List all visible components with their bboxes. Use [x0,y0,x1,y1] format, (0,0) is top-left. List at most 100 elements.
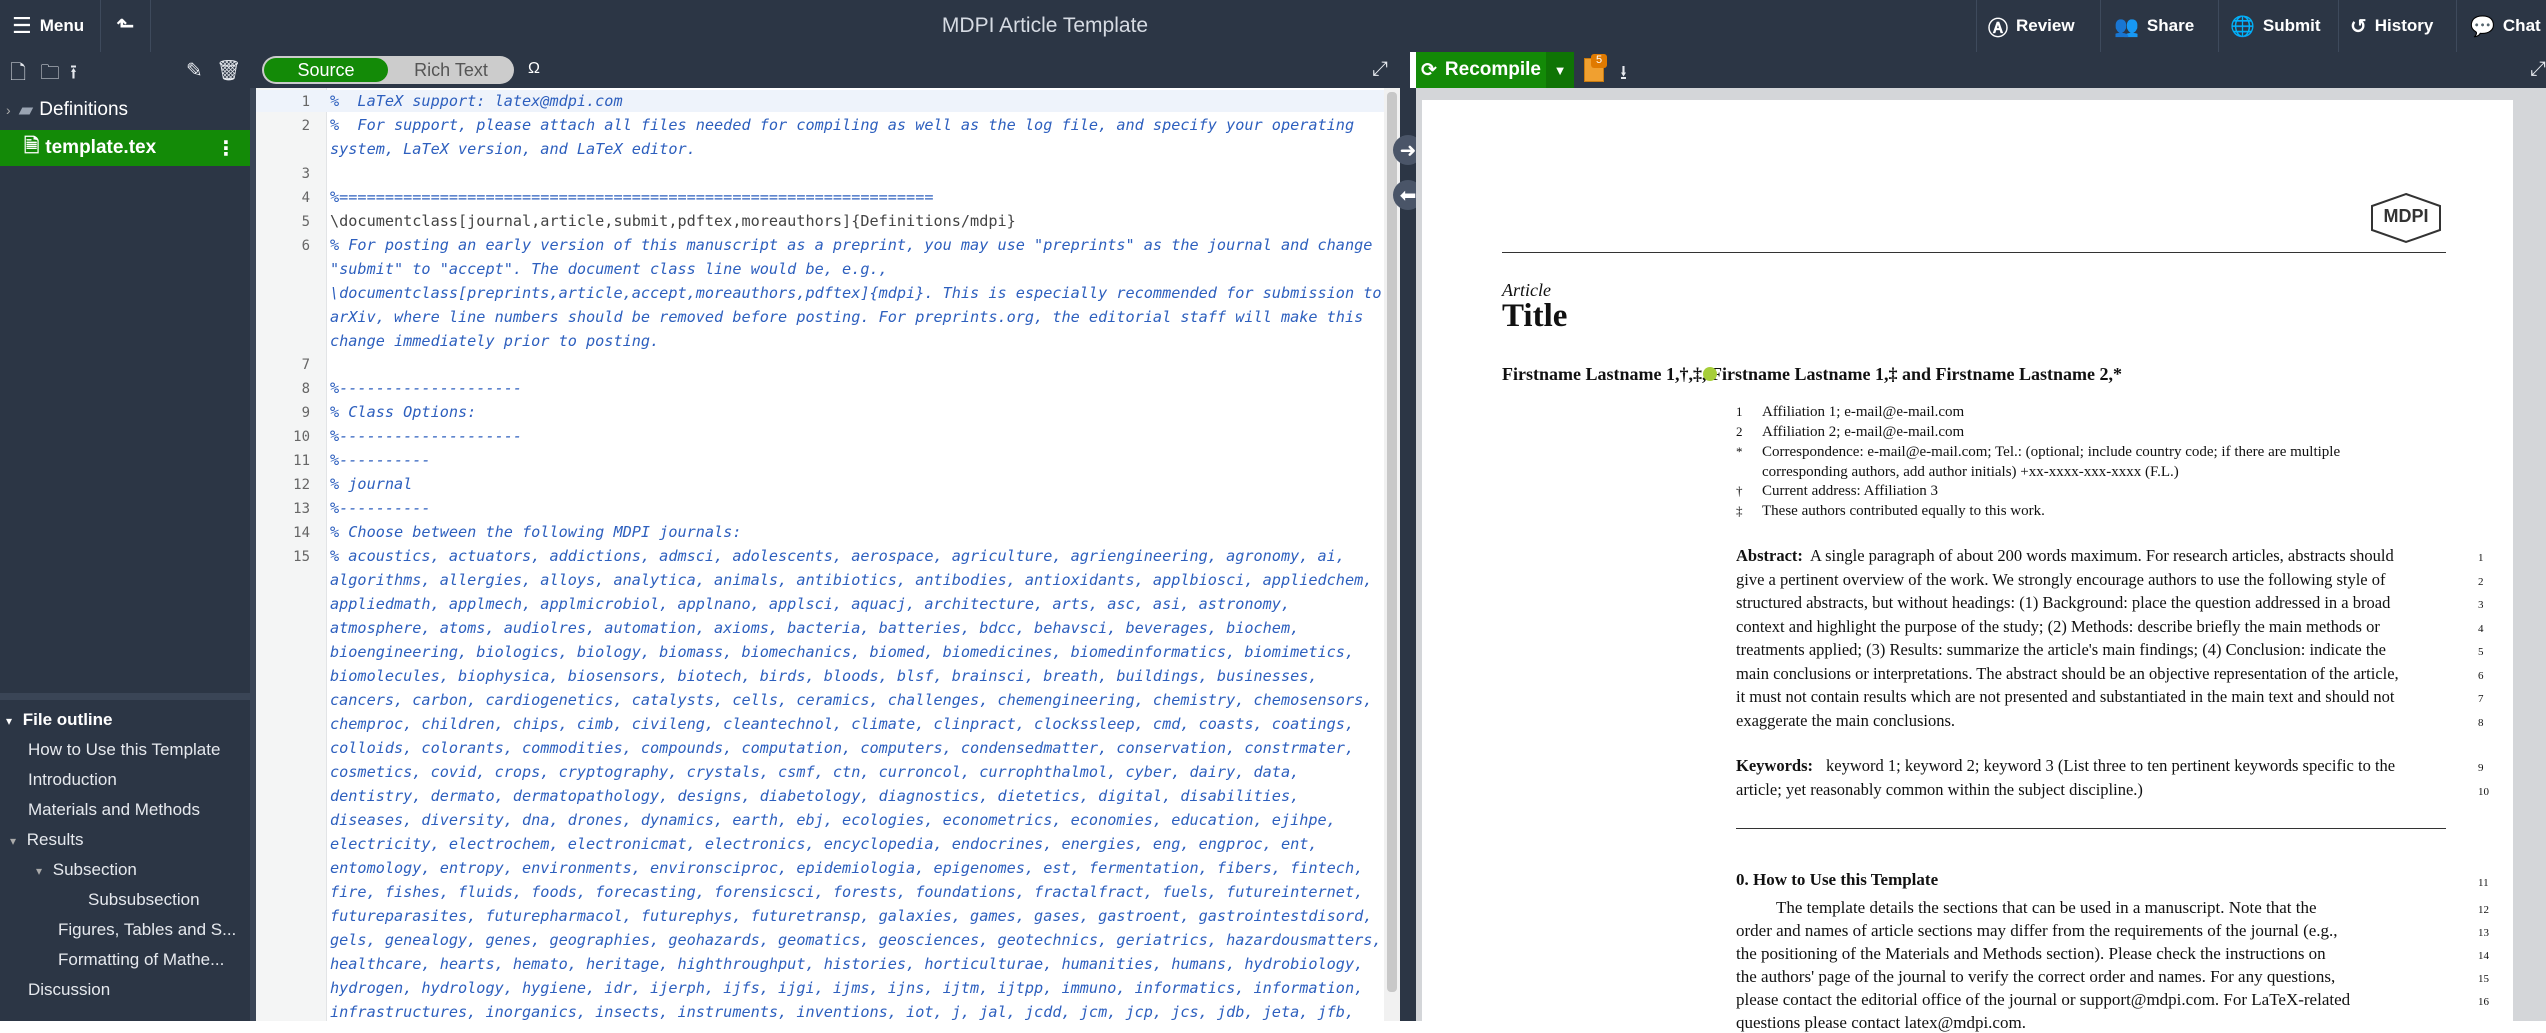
upload-icon[interactable]: ⭱ [70,58,77,92]
page-line-number: 9 [2478,762,2484,774]
expand-editor-icon[interactable]: ⤢ [1372,58,1388,81]
affiliation-text: corresponding authors, add author initia… [1762,464,2179,480]
page-line-number: 6 [2478,670,2484,682]
new-folder-icon[interactable]: 🗀 [40,58,60,92]
line-number: 5 [301,214,310,230]
code-line: % acoustics, actuators, addictions, adms… [330,547,1345,565]
keywords-line: article; yet reasonably common within th… [1736,780,2143,799]
page-line-number: 11 [2478,877,2489,889]
code-line: biomolecules, biophysica, biosensors, bi… [330,667,1318,685]
outline-item-subsection[interactable]: ▾ Subsection [36,860,137,880]
affiliation-text: Affiliation 2; e-mail@e-mail.com [1762,424,1965,440]
code-line: healthcare, hearts, hemato, heritage, hi… [330,955,1364,973]
outline-item[interactable]: Discussion [28,980,110,1000]
code-line: change immediately prior to posting. [330,332,660,350]
body-line: the authors' page of the journal to veri… [1736,967,2336,986]
chat-button[interactable]: 💬 Chat [2470,0,2541,52]
chevron-right-icon: › [6,102,11,118]
code-line: algorithms, allergies, alloys, analytica… [330,571,1373,589]
code-line: % For posting an early version of this m… [330,236,1373,254]
page-line-number: 12 [2478,904,2489,916]
recompile-button[interactable]: ⟳ Recompile [1416,52,1546,88]
abstract-line: exaggerate the main conclusions. [1736,711,1956,730]
keywords-label: Keywords: [1736,756,1813,775]
code-line: appliedmath, applmech, applmicrobiol, ap… [330,595,1291,613]
file-icon: 🗎 [24,136,40,157]
project-title[interactable]: MDPI Article Template [0,0,2090,52]
new-file-icon[interactable]: 🗋 [10,58,26,92]
body-line: The template details the sections that c… [1776,898,2317,917]
abstract-line: give a pertinent overview of the work. W… [1736,570,2386,589]
submit-button[interactable]: 🌐 Submit [2230,0,2321,52]
line-number: 3 [301,166,310,182]
abstract-line: main conclusions or interpretations. The… [1736,664,2399,683]
outline-item[interactable]: How to Use this Template [28,740,220,760]
page-line-number: 15 [2478,973,2489,985]
affiliation-mark: * [1736,444,1743,459]
page-line-number: 2 [2478,576,2484,588]
line-number: 14 [293,525,310,541]
affiliation-mark: ‡ [1736,503,1743,518]
mdpi-logo: MDPI [2368,192,2444,244]
affiliation-mark: 2 [1736,424,1743,439]
chevron-down-icon: ▾ [36,864,43,878]
tree-file-template[interactable]: 🗎 template.tex ⋮ [0,130,250,166]
share-button[interactable]: 👥 Share [2114,0,2194,52]
code-line: fire, fishes, fluids, foods, forecasting… [330,883,1364,901]
pane-divider[interactable] [1400,88,1416,1021]
page-line-number: 8 [2478,717,2484,729]
line-number: 10 [293,429,310,445]
orcid-icon[interactable] [1703,367,1717,381]
rich-text-mode-button[interactable]: Rich Text [390,58,512,82]
outline-item[interactable]: Figures, Tables and S... [58,920,236,940]
affiliation-text: Correspondence: e-mail@e-mail.com; Tel.:… [1762,444,2341,460]
outline-item-results[interactable]: ▾ Results [10,830,83,850]
code-line: %---------- [330,451,431,469]
page-line-number: 10 [2478,786,2489,798]
file-toolbar: 🗋 🗀 ⭱ ✎ 🗑 [0,52,250,88]
download-pdf-icon[interactable]: ⭳ [1620,58,1627,92]
body-line: please contact the editorial office of t… [1736,990,2351,1009]
review-button[interactable]: Ⓐ Review [1988,0,2075,52]
outline-item[interactable]: Introduction [28,770,117,790]
affiliation-text: These authors contributed equally to thi… [1762,503,2045,519]
outline-item[interactable]: Subsubsection [88,890,200,910]
editor-scrollbar-thumb[interactable] [1387,92,1397,992]
paper-authors: Firstname Lastname 1,†,‡, Firstname Last… [1502,364,2122,384]
abstract-line: context and highlight the purpose of the… [1736,617,2380,636]
code-line: colloids, colorants, commodities, compou… [330,739,1355,757]
page-line-number: 4 [2478,623,2484,635]
line-number: 6 [301,238,310,254]
code-line: hydrogen, hydrology, hygiene, idr, ijerp… [330,979,1364,997]
globe-icon: 🌐 [2230,15,2255,38]
outline-item[interactable]: Materials and Methods [28,800,200,820]
code-line: chemproc, children, chips, cimb, civilen… [330,715,1355,733]
expand-preview-icon[interactable]: ⤢ [2530,58,2546,81]
code-line: futureparasites, futurepharmacol, future… [330,907,1373,925]
abstract-label: Abstract: [1736,546,1803,565]
code-line: %=======================================… [330,188,934,206]
top-bar: ☰ Menu ⬑ MDPI Article Template Ⓐ Review … [0,0,2546,52]
symbol-palette-button[interactable]: Ω [528,60,540,78]
chevron-down-icon: ▾ [6,714,13,728]
recompile-options-dropdown[interactable]: ▼ [1546,52,1574,88]
body-line: questions please contact latex@mdpi.com. [1736,1013,2026,1032]
code-line: arXiv, where line numbers should be remo… [330,308,1364,326]
outline-header[interactable]: ▾ File outline [6,710,113,730]
abstract-line: it must not contain results which are no… [1736,687,2395,706]
section-heading: 0. How to Use this Template [1736,870,1939,889]
code-line: cancers, carbon, cardiogenetics, catalys… [330,691,1373,709]
delete-icon[interactable]: 🗑 [216,58,241,83]
rename-icon[interactable]: ✎ [186,58,203,83]
chat-icon: 💬 [2470,15,2495,38]
outline-item[interactable]: Formatting of Mathe... [58,950,224,970]
file-options-icon[interactable]: ⋮ [216,136,236,161]
code-line: diseases, diversity, dna, drones, dynami… [330,811,1336,829]
paper-title: Title [1502,298,1568,334]
history-button[interactable]: ↺ History [2350,0,2433,52]
outline-resizer[interactable] [0,693,250,700]
source-mode-button[interactable]: Source [264,58,388,82]
tree-folder-definitions[interactable]: › ▰ Definitions [0,92,250,128]
code-line: % For support, please attach all files n… [330,116,1355,134]
body-line: order and names of article sections may … [1736,921,2338,940]
